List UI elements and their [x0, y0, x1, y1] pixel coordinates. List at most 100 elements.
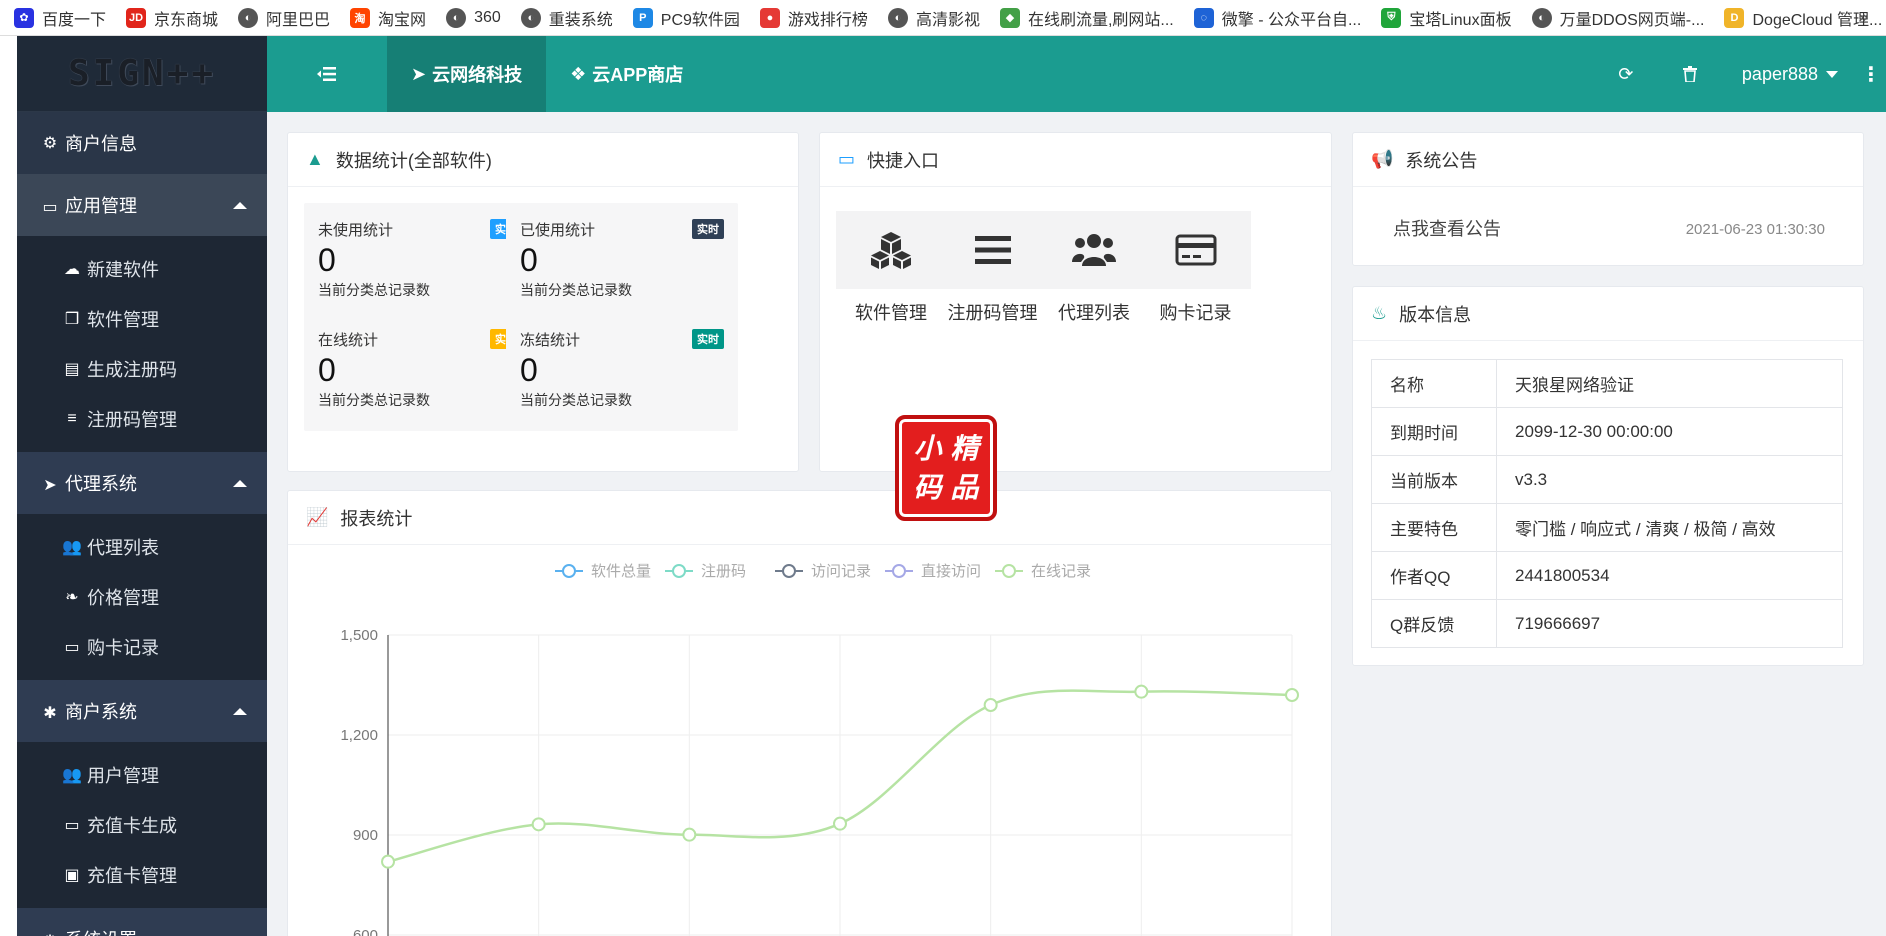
bookmark-5[interactable]: ◐ 重装系统	[520, 6, 613, 30]
swirl-icon: ◌	[1193, 7, 1214, 28]
version-row: Q群反馈 719666697	[1371, 599, 1843, 648]
sidebar-submenu: ☁ 新建软件 ❒ 软件管理 ▤ 生成注册码 ≡ 注册码管理	[17, 236, 267, 452]
version-value: v3.3	[1496, 455, 1843, 504]
sidebar-item-1-1[interactable]: ❧ 价格管理	[17, 572, 267, 622]
clear-cache-button[interactable]	[1658, 66, 1722, 82]
sidebar-item-label: 代理列表	[87, 538, 159, 558]
credit-card-icon	[1140, 211, 1251, 289]
y-tick-label: 900	[353, 827, 378, 844]
sidebar-group-label: 代理系统	[65, 474, 137, 494]
caret-up-icon	[233, 479, 247, 487]
dropbox-icon: ❖	[570, 63, 587, 84]
bookmark-label: 宝塔Linux面板	[1409, 11, 1512, 29]
panel-header: ▲ 数据统计(全部软件)	[288, 133, 798, 187]
caret-up-icon	[233, 201, 247, 209]
bookmark-label: 360	[474, 8, 501, 26]
sidebar-item-0-1[interactable]: ❒ 软件管理	[17, 294, 267, 344]
seal-char: 精	[950, 431, 979, 465]
sidebar-item-1-0[interactable]: 👥 代理列表	[17, 522, 267, 572]
bookmarks-overflow-button[interactable]: »	[1859, 7, 1868, 27]
version-row: 主要特色 零门槛 / 响应式 / 清爽 / 极简 / 高效	[1371, 503, 1843, 552]
gears-icon: ⚙	[39, 931, 61, 936]
sidebar-item-2-1[interactable]: ▭ 充值卡生成	[17, 800, 267, 850]
refresh-button[interactable]: ⟳	[1594, 64, 1658, 85]
sidebar-item-label: 新建软件	[87, 260, 159, 280]
version-key: 作者QQ	[1371, 551, 1497, 600]
data-point	[381, 854, 395, 869]
caret-down-icon	[1826, 70, 1838, 78]
bookmark-8[interactable]: ◐ 高清影视	[887, 6, 980, 30]
bookmark-12[interactable]: ◐ 万量DDOS网页端-...	[1531, 6, 1704, 30]
stat-sub: 当前分类总记录数	[520, 282, 632, 298]
bookmark-label: 游戏排行榜	[787, 11, 868, 29]
users-icon	[1039, 211, 1149, 289]
sidebar-submenu: 👥 用户管理 ▭ 充值卡生成 ▣ 充值卡管理	[17, 742, 267, 908]
quick-entry-item[interactable]: 代理列表	[1039, 211, 1149, 325]
bookmark-label: 百度一下	[42, 11, 107, 29]
bookmark-label: 淘宝网	[378, 11, 427, 29]
refresh-icon: ⟳	[1618, 63, 1634, 84]
bookmark-10[interactable]: ◌ 微擎 - 公众平台自...	[1193, 6, 1362, 30]
tab-app-store[interactable]: ❖ 云APP商店	[546, 36, 707, 112]
stats-panel: ▲ 数据统计(全部软件) 未使用统计实时0当前分类总记录数已使用统计实时0当前分…	[287, 132, 799, 472]
sidebar-group-0[interactable]: ▭ 应用管理	[17, 174, 267, 236]
user-menu-button[interactable]: paper888	[1722, 64, 1856, 85]
sidebar-item-1-2[interactable]: ▭ 购卡记录	[17, 622, 267, 672]
sidebar-item-0-0[interactable]: ☁ 新建软件	[17, 244, 267, 294]
bookmark-11[interactable]: ⛨ 宝塔Linux面板	[1381, 6, 1512, 30]
bookmark-2[interactable]: ◐ 阿里巴巴	[238, 6, 330, 30]
bookmark-6[interactable]: P PC9软件园	[632, 6, 740, 30]
legend-marker	[892, 564, 906, 578]
stat-sub: 当前分类总记录数	[318, 282, 430, 298]
sidebar-group-1[interactable]: ➤ 代理系统	[17, 452, 267, 514]
bookmark-1[interactable]: JD 京东商城	[126, 6, 218, 30]
logo: SIGN++	[17, 36, 267, 112]
legend-marker	[782, 564, 796, 578]
quick-entry-item[interactable]: 注册码管理	[937, 211, 1048, 325]
bug-icon: ✱	[43, 705, 57, 722]
sidebar-item-2-0[interactable]: 👥 用户管理	[17, 750, 267, 800]
bookmark-label: 微擎 - 公众平台自...	[1221, 11, 1362, 29]
bookmark-4[interactable]: ◐ 360	[446, 7, 501, 28]
notice-panel: 📢 系统公告 点我查看公告 2021-06-23 01:30:30	[1352, 132, 1864, 266]
users-icon: 👥	[62, 539, 82, 556]
window-icon: ▭	[42, 199, 58, 216]
sidebar-item-2-2[interactable]: ▣ 充值卡管理	[17, 850, 267, 900]
version-row: 名称 天狼星网络验证	[1371, 359, 1843, 408]
bookmark-7[interactable]: ● 游戏排行榜	[759, 6, 868, 30]
bookmark-label: 高清影视	[915, 11, 980, 29]
panel-title: 数据统计(全部软件)	[335, 150, 492, 171]
sidebar-item-0-2[interactable]: ▤ 生成注册码	[17, 344, 267, 394]
quick-entry-item[interactable]: 购卡记录	[1140, 211, 1251, 325]
panel-header: ▭ 快捷入口	[820, 133, 1331, 187]
stat-value: 0	[520, 352, 538, 388]
bookmark-0[interactable]: ✿ 百度一下	[14, 6, 106, 30]
leaf-icon: ❧	[65, 589, 79, 606]
bookmark-label: 京东商城	[154, 11, 219, 29]
quick-entry-item[interactable]: 软件管理	[836, 211, 946, 325]
paper-plane-icon: ➤	[43, 477, 57, 494]
sidebar-item-0-3[interactable]: ≡ 注册码管理	[17, 394, 267, 444]
cubes-icon	[836, 211, 946, 289]
sidebar-group-3[interactable]: ⚙ 系统设置	[17, 908, 267, 936]
legend-marker	[672, 564, 686, 578]
seal-char: 品	[950, 470, 979, 504]
more-options-button[interactable]: ⋮	[1856, 62, 1886, 87]
version-row: 到期时间 2099-12-30 00:00:00	[1371, 407, 1843, 456]
menu-toggle-button[interactable]	[267, 36, 387, 112]
line-chart-icon: 📈	[306, 507, 329, 527]
tab-cloud-network[interactable]: ➤ 云网络科技	[387, 36, 547, 112]
legend-label: 注册码	[701, 563, 746, 580]
legend-label: 直接访问	[921, 563, 981, 580]
bookmark-9[interactable]: ◆ 在线刷流量,刷网站...	[999, 6, 1174, 30]
sidebar-item-label: 注册码管理	[87, 410, 177, 430]
notice-link[interactable]: 点我查看公告	[1393, 215, 1501, 241]
stat-card: 在线统计实时0当前分类总记录数	[304, 313, 536, 431]
stat-value: 0	[318, 242, 336, 278]
pc9-icon: P	[632, 7, 653, 28]
bookmark-3[interactable]: 淘淘宝网	[350, 6, 426, 30]
sidebar-group-2[interactable]: ✱ 商户系统	[17, 680, 267, 742]
sidebar-item-label: 价格管理	[87, 588, 159, 608]
sidebar-item-merchant-info[interactable]: ⚙ 商户信息	[17, 112, 267, 174]
stat-card: 未使用统计实时0当前分类总记录数	[304, 203, 536, 321]
